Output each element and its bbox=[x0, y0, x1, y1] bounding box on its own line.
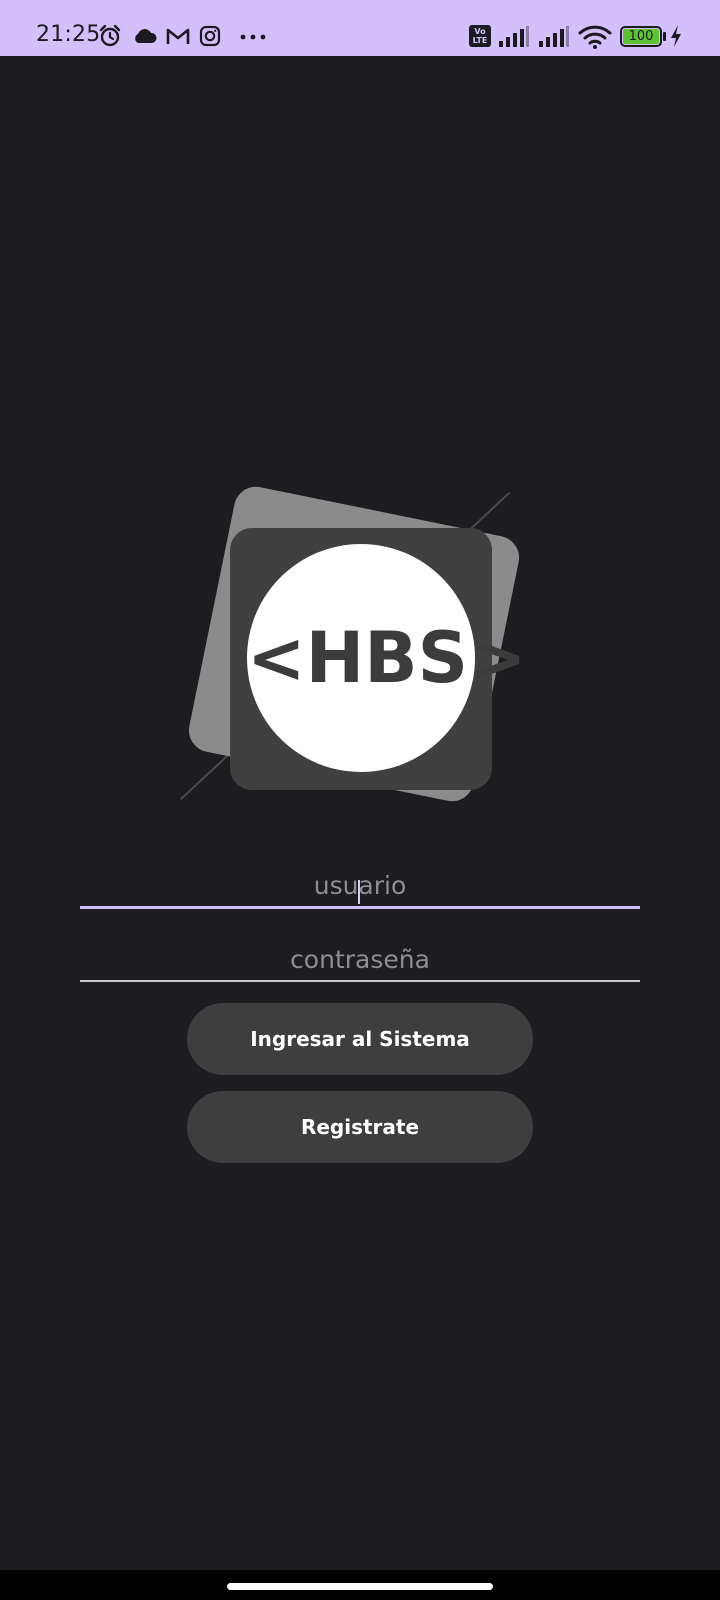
password-underline bbox=[80, 980, 640, 982]
username-underline bbox=[80, 906, 640, 909]
volte-icon: Vo LTE bbox=[469, 25, 491, 47]
signal-1-icon bbox=[499, 26, 529, 47]
volte-label-bottom: LTE bbox=[472, 36, 488, 45]
username-input[interactable] bbox=[80, 866, 640, 906]
signal-2-icon bbox=[539, 26, 569, 47]
gmail-icon bbox=[166, 28, 190, 44]
charging-icon bbox=[671, 25, 681, 47]
alarm-icon bbox=[99, 24, 121, 47]
logo-text: <HBS> bbox=[247, 617, 527, 699]
login-button[interactable]: Ingresar al Sistema bbox=[187, 1003, 533, 1075]
password-input[interactable] bbox=[80, 940, 640, 980]
wifi-icon bbox=[578, 25, 612, 49]
instagram-icon bbox=[199, 25, 221, 47]
battery-icon: 100 bbox=[620, 26, 662, 47]
status-bar: 21:25 Vo LTE 100 bbox=[0, 0, 720, 56]
cloud-icon bbox=[135, 29, 157, 43]
register-button[interactable]: Registrate bbox=[187, 1091, 533, 1163]
battery-level: 100 bbox=[623, 29, 659, 44]
volte-label-top: Vo bbox=[474, 27, 486, 36]
status-time: 21:25 bbox=[36, 22, 101, 47]
more-dots-icon bbox=[240, 34, 266, 40]
text-cursor bbox=[358, 880, 360, 904]
password-field-container bbox=[80, 940, 640, 982]
battery-tip bbox=[663, 32, 666, 41]
home-gesture-handle[interactable] bbox=[227, 1583, 493, 1590]
username-field-container bbox=[80, 866, 640, 909]
